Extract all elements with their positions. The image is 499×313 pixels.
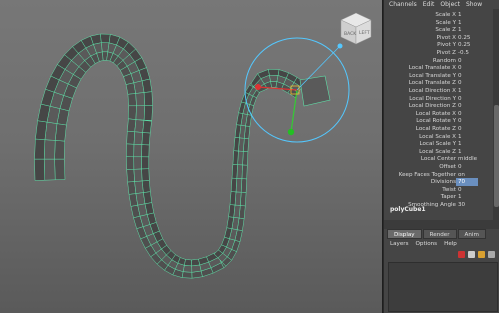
- mesh-face: [141, 180, 151, 193]
- mesh-face: [182, 265, 193, 273]
- mesh-face: [133, 156, 142, 170]
- mesh-face: [268, 69, 280, 76]
- mesh-face: [133, 144, 143, 158]
- menu-help[interactable]: Help: [444, 241, 457, 247]
- channel-list: Scale X 1 Scale Y 1 Scale Z 1 Pivot X 0.25 Pivot…: [384, 9, 492, 220]
- mesh-face: [133, 168, 143, 182]
- mesh-face: [143, 105, 153, 121]
- panel-divider[interactable]: [384, 220, 499, 229]
- mesh-face: [54, 158, 66, 181]
- mesh-face: [141, 156, 150, 170]
- mesh-face: [126, 156, 135, 170]
- mesh-face: [141, 132, 151, 146]
- menu-options[interactable]: Options: [416, 241, 438, 247]
- y-axis-handle[interactable]: [287, 128, 295, 136]
- mesh-face: [43, 158, 56, 181]
- view-cube[interactable]: BACK LEFT: [335, 8, 377, 46]
- mesh-face: [127, 93, 137, 107]
- 3d-viewport[interactable]: BACK LEFT: [0, 0, 382, 313]
- mesh-face: [54, 140, 65, 160]
- menu-object[interactable]: Object: [440, 0, 460, 9]
- tab-render[interactable]: Render: [422, 229, 457, 239]
- viewcube-left-label: LEFT: [359, 30, 370, 36]
- mesh-face: [181, 271, 193, 279]
- mesh-face: [269, 74, 279, 82]
- channel-box-panel: Channels Edit Object Show Scale X 1 Scale …: [383, 0, 499, 313]
- mesh-face: [141, 144, 150, 158]
- layer-move-down-icon[interactable]: [488, 251, 495, 258]
- channel-scrollbar[interactable]: [493, 9, 499, 220]
- mesh-face: [141, 168, 150, 182]
- mesh-face: [126, 169, 135, 183]
- mesh-face: [141, 78, 153, 93]
- new-layer-selected-icon[interactable]: [468, 251, 475, 258]
- mesh-face: [126, 143, 135, 158]
- mesh-face: [135, 105, 146, 121]
- mesh-face: [100, 33, 111, 44]
- mesh-face: [142, 120, 152, 134]
- menu-edit[interactable]: Edit: [423, 0, 435, 9]
- mesh-face: [35, 120, 48, 140]
- extruded-cube-mesh[interactable]: [34, 33, 331, 279]
- mesh-face: [232, 150, 239, 165]
- mesh-face: [229, 191, 237, 206]
- mesh-face: [135, 92, 146, 107]
- x-axis-handle[interactable]: [255, 84, 261, 90]
- mesh-face: [143, 91, 153, 106]
- mesh-face: [231, 164, 238, 179]
- mesh-face: [191, 264, 202, 273]
- tab-display[interactable]: Display: [387, 229, 422, 239]
- channel-value[interactable]: 30: [456, 201, 478, 209]
- layer-list[interactable]: [388, 262, 498, 312]
- mesh-face: [233, 137, 240, 152]
- mesh-face: [143, 191, 153, 205]
- mesh-face: [43, 139, 56, 160]
- object-name[interactable]: polyCube1: [390, 206, 426, 213]
- mesh-face: [230, 177, 238, 193]
- viewcube-back-label: BACK: [344, 31, 357, 37]
- mesh-face: [228, 204, 236, 218]
- menu-show[interactable]: Show: [466, 0, 482, 9]
- mesh-face: [134, 119, 145, 133]
- mesh-end-cap: [299, 75, 331, 107]
- channel-box-menubar: Channels Edit Object Show: [384, 0, 499, 9]
- mesh-face: [134, 180, 144, 194]
- layer-editor-tabs: Display Render Anim: [387, 229, 487, 239]
- scroll-thumb[interactable]: [494, 105, 499, 207]
- layer-move-up-icon[interactable]: [478, 251, 485, 258]
- mesh-face: [127, 105, 137, 121]
- mesh-face: [126, 130, 135, 145]
- menu-layers[interactable]: Layers: [390, 241, 409, 247]
- new-layer-icon[interactable]: [458, 251, 465, 258]
- mesh-face: [184, 259, 192, 267]
- mesh-face: [34, 138, 46, 160]
- menu-channels[interactable]: Channels: [389, 0, 417, 9]
- layer-toolbar: [458, 251, 495, 258]
- viewport-canvas[interactable]: [0, 0, 382, 313]
- mesh-face: [34, 158, 46, 181]
- mesh-face: [133, 131, 143, 145]
- tab-anim[interactable]: Anim: [457, 229, 486, 239]
- layer-menubar: Layers Options Help: [390, 241, 457, 247]
